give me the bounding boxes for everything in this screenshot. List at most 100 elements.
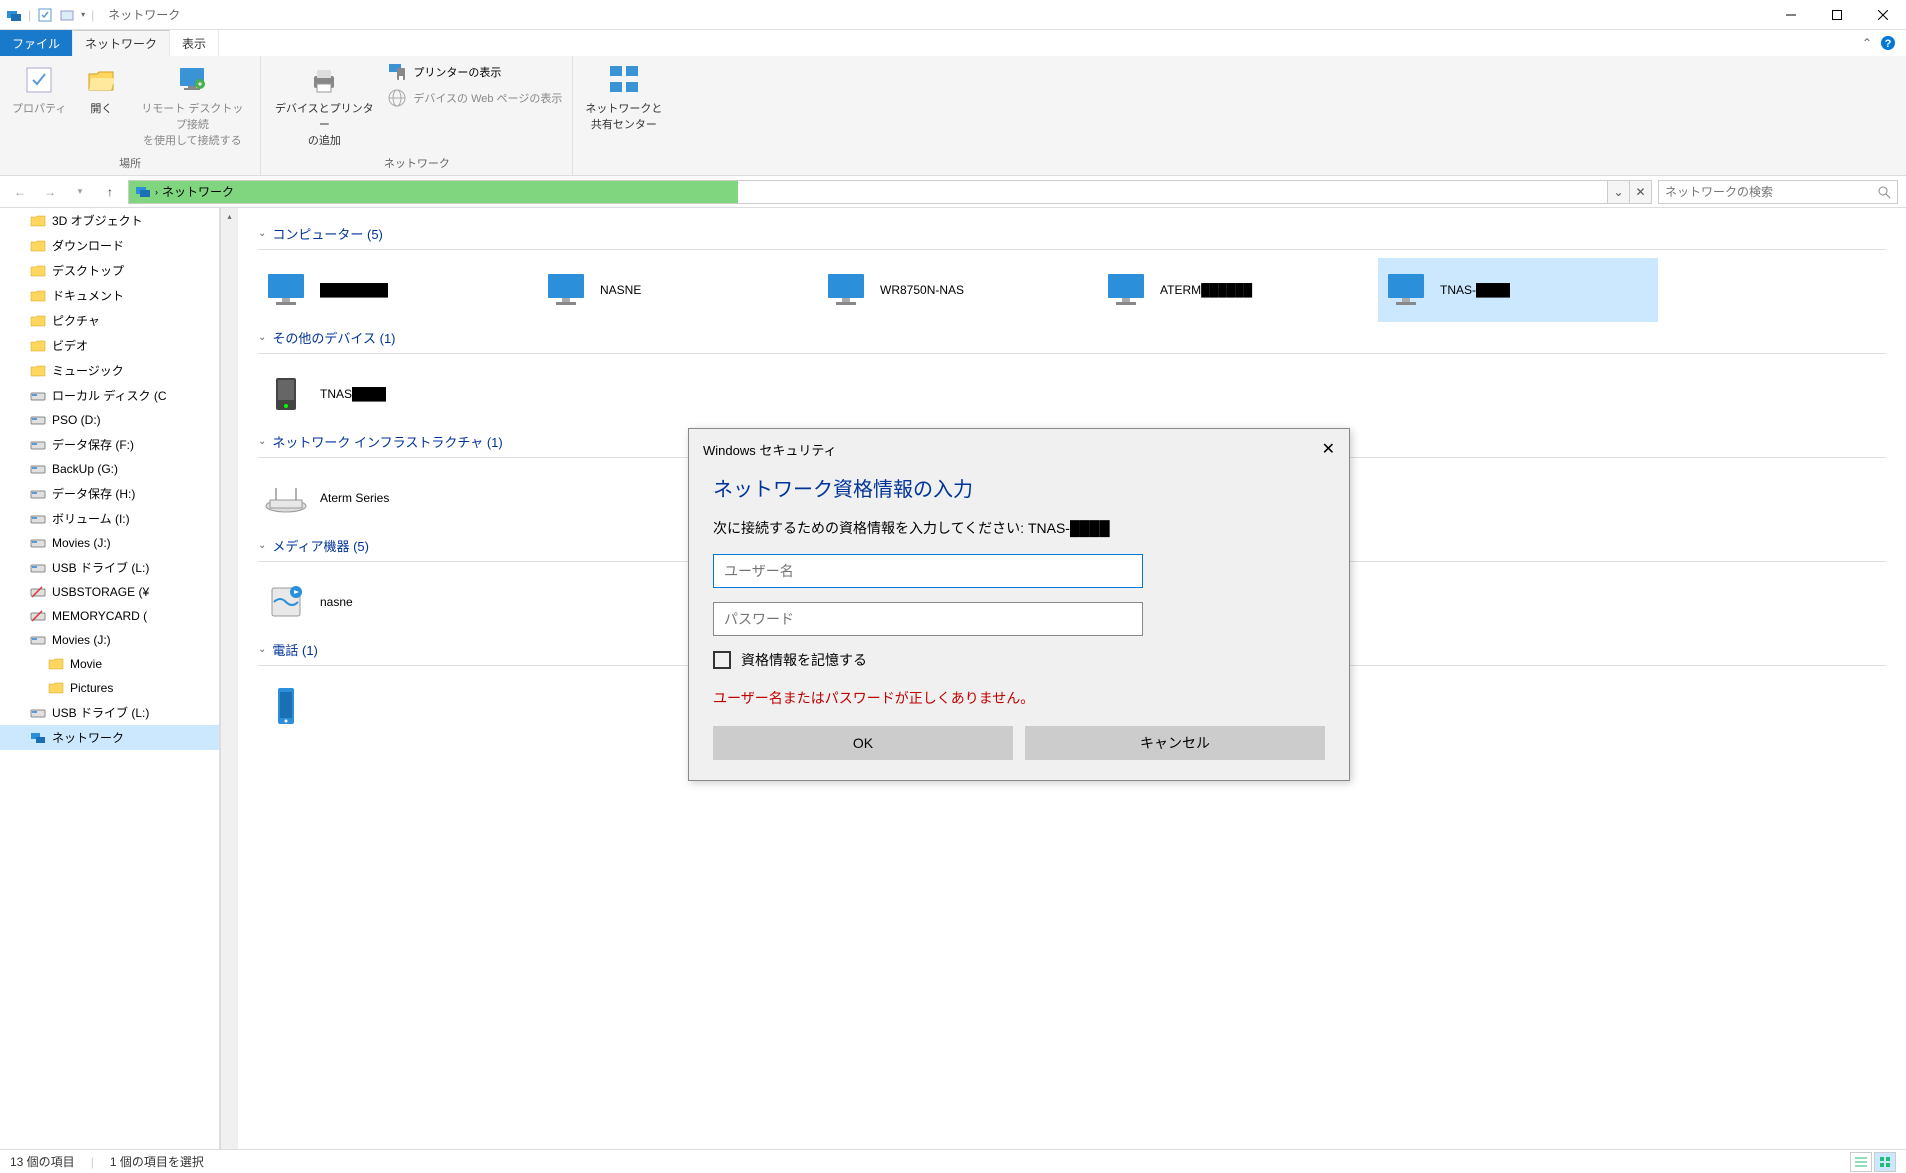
- search-input[interactable]: [1665, 185, 1877, 199]
- tree-item-label: PSO (D:): [52, 413, 101, 427]
- address-dropdown-button[interactable]: ⌄: [1607, 181, 1629, 203]
- ok-button[interactable]: OK: [713, 726, 1013, 760]
- tree-item[interactable]: USB ドライブ (L:): [0, 555, 219, 580]
- device-item[interactable]: nasne: [258, 570, 538, 634]
- tree-item[interactable]: 3D オブジェクト: [0, 208, 219, 233]
- tree-item[interactable]: ピクチャ: [0, 308, 219, 333]
- password-field[interactable]: [713, 602, 1143, 636]
- ribbon-tabs: ファイル ネットワーク 表示 ⌃ ?: [0, 30, 1906, 56]
- device-item[interactable]: WR8750N-NAS: [818, 258, 1098, 322]
- device-label: NASNE: [600, 283, 641, 297]
- tree-item-label: BackUp (G:): [52, 462, 118, 476]
- tree-item-icon: [30, 511, 46, 527]
- nav-forward-button[interactable]: →: [38, 180, 62, 204]
- tree-item[interactable]: データ保存 (H:): [0, 481, 219, 506]
- device-item[interactable]: [258, 674, 538, 738]
- tree-item-label: USBSTORAGE (¥: [52, 585, 149, 599]
- tree-item[interactable]: Movie: [0, 652, 219, 676]
- device-label: ████████: [320, 283, 388, 297]
- tree-item[interactable]: USB ドライブ (L:): [0, 700, 219, 725]
- address-location[interactable]: ネットワーク: [162, 183, 234, 200]
- tree-item[interactable]: ダウンロード: [0, 233, 219, 258]
- ribbon-show-printers-button[interactable]: プリンターの表示: [385, 60, 564, 84]
- tree-item[interactable]: MEMORYCARD (: [0, 604, 219, 628]
- tab-network[interactable]: ネットワーク: [73, 30, 170, 56]
- ribbon-remote-desktop-button[interactable]: リモート デスクトップ接続 を使用して接続する: [132, 60, 252, 152]
- nav-recent-dropdown[interactable]: ▾: [68, 180, 92, 204]
- tree-item[interactable]: ドキュメント: [0, 283, 219, 308]
- chevron-down-icon: ⌄: [258, 436, 266, 447]
- device-item[interactable]: TNAS████: [258, 362, 538, 426]
- tree-item-label: Pictures: [70, 681, 113, 695]
- qat-separator: |: [91, 8, 94, 22]
- group-header[interactable]: ⌄コンピューター (5): [258, 218, 1886, 250]
- tree-item[interactable]: Movies (J:): [0, 531, 219, 555]
- ribbon-show-device-web-button[interactable]: デバイスの Web ページの表示: [385, 86, 564, 110]
- navigation-pane[interactable]: 3D オブジェクトダウンロードデスクトップドキュメントピクチャビデオミュージック…: [0, 208, 220, 1149]
- tree-item[interactable]: ミュージック: [0, 358, 219, 383]
- minimize-button[interactable]: [1768, 0, 1814, 30]
- tree-item[interactable]: ビデオ: [0, 333, 219, 358]
- tree-item[interactable]: ネットワーク: [0, 725, 219, 750]
- device-item[interactable]: ████████: [258, 258, 538, 322]
- group-header-label: メディア機器 (5): [272, 536, 369, 555]
- address-bar[interactable]: › ネットワーク ⌄ ✕: [128, 180, 1652, 204]
- tree-item[interactable]: PSO (D:): [0, 408, 219, 432]
- folder-qat-icon[interactable]: [59, 7, 75, 23]
- ribbon-properties-button[interactable]: プロパティ: [8, 60, 70, 120]
- remember-checkbox[interactable]: 資格情報を記憶する: [713, 650, 1325, 670]
- close-button[interactable]: [1860, 0, 1906, 30]
- address-chevron-icon[interactable]: ›: [155, 187, 158, 197]
- tree-item[interactable]: データ保存 (F:): [0, 432, 219, 457]
- view-details-button[interactable]: [1850, 1152, 1872, 1172]
- device-label: nasne: [320, 595, 353, 609]
- tab-view[interactable]: 表示: [170, 30, 219, 56]
- username-field[interactable]: [713, 554, 1143, 588]
- ribbon-group-location-label: 場所: [8, 153, 252, 171]
- tree-item[interactable]: ボリューム (I:): [0, 506, 219, 531]
- search-box[interactable]: [1658, 180, 1898, 204]
- dialog-close-button[interactable]: ✕: [1322, 439, 1335, 459]
- ribbon-add-devices-button[interactable]: デバイスとプリンター の追加: [269, 60, 379, 152]
- tree-item-label: データ保存 (H:): [52, 485, 135, 502]
- tree-item-icon: [30, 632, 46, 648]
- device-item[interactable]: Aterm Series: [258, 466, 538, 530]
- device-icon: [262, 266, 310, 314]
- tab-file[interactable]: ファイル: [0, 30, 73, 56]
- dialog-error-message: ユーザー名またはパスワードが正しくありません。: [713, 688, 1325, 708]
- cancel-button[interactable]: キャンセル: [1025, 726, 1325, 760]
- device-label: TNAS████: [320, 387, 386, 401]
- tree-item[interactable]: ローカル ディスク (C: [0, 383, 219, 408]
- dialog-title: Windows セキュリティ: [703, 440, 837, 459]
- credentials-dialog: Windows セキュリティ ✕ ネットワーク資格情報の入力 次に接続するための…: [688, 428, 1350, 781]
- tree-item-label: USB ドライブ (L:): [52, 559, 149, 576]
- group-header[interactable]: ⌄その他のデバイス (1): [258, 322, 1886, 354]
- tree-item[interactable]: Pictures: [0, 676, 219, 700]
- sidebar-scrollbar[interactable]: ▴: [220, 208, 238, 1149]
- nav-back-button[interactable]: ←: [8, 180, 32, 204]
- ribbon-network-sharing-button[interactable]: ネットワークと 共有センター: [581, 60, 666, 136]
- tree-item[interactable]: BackUp (G:): [0, 457, 219, 481]
- device-item[interactable]: TNAS-████: [1378, 258, 1658, 322]
- status-item-count: 13 個の項目: [10, 1153, 75, 1170]
- qat-dropdown-icon[interactable]: ▾: [81, 10, 85, 19]
- device-label: ATERM██████: [1160, 283, 1252, 297]
- nav-up-button[interactable]: ↑: [98, 180, 122, 204]
- device-item[interactable]: ATERM██████: [1098, 258, 1378, 322]
- dialog-heading: ネットワーク資格情報の入力: [713, 473, 1325, 502]
- properties-qat-icon[interactable]: [37, 7, 53, 23]
- group-header-label: その他のデバイス (1): [272, 328, 395, 347]
- collapse-ribbon-icon[interactable]: ⌃: [1862, 36, 1872, 50]
- tree-item[interactable]: デスクトップ: [0, 258, 219, 283]
- maximize-button[interactable]: [1814, 0, 1860, 30]
- statusbar: 13 個の項目 | 1 個の項目を選択: [0, 1149, 1906, 1173]
- help-icon[interactable]: ?: [1880, 35, 1896, 51]
- ribbon-open-button[interactable]: 開く: [76, 60, 126, 120]
- tree-item[interactable]: Movies (J:): [0, 628, 219, 652]
- search-icon[interactable]: [1877, 185, 1891, 199]
- chevron-down-icon: ⌄: [258, 644, 266, 655]
- address-stop-button[interactable]: ✕: [1629, 181, 1651, 203]
- tree-item[interactable]: USBSTORAGE (¥: [0, 580, 219, 604]
- device-item[interactable]: NASNE: [538, 258, 818, 322]
- view-icons-button[interactable]: [1874, 1152, 1896, 1172]
